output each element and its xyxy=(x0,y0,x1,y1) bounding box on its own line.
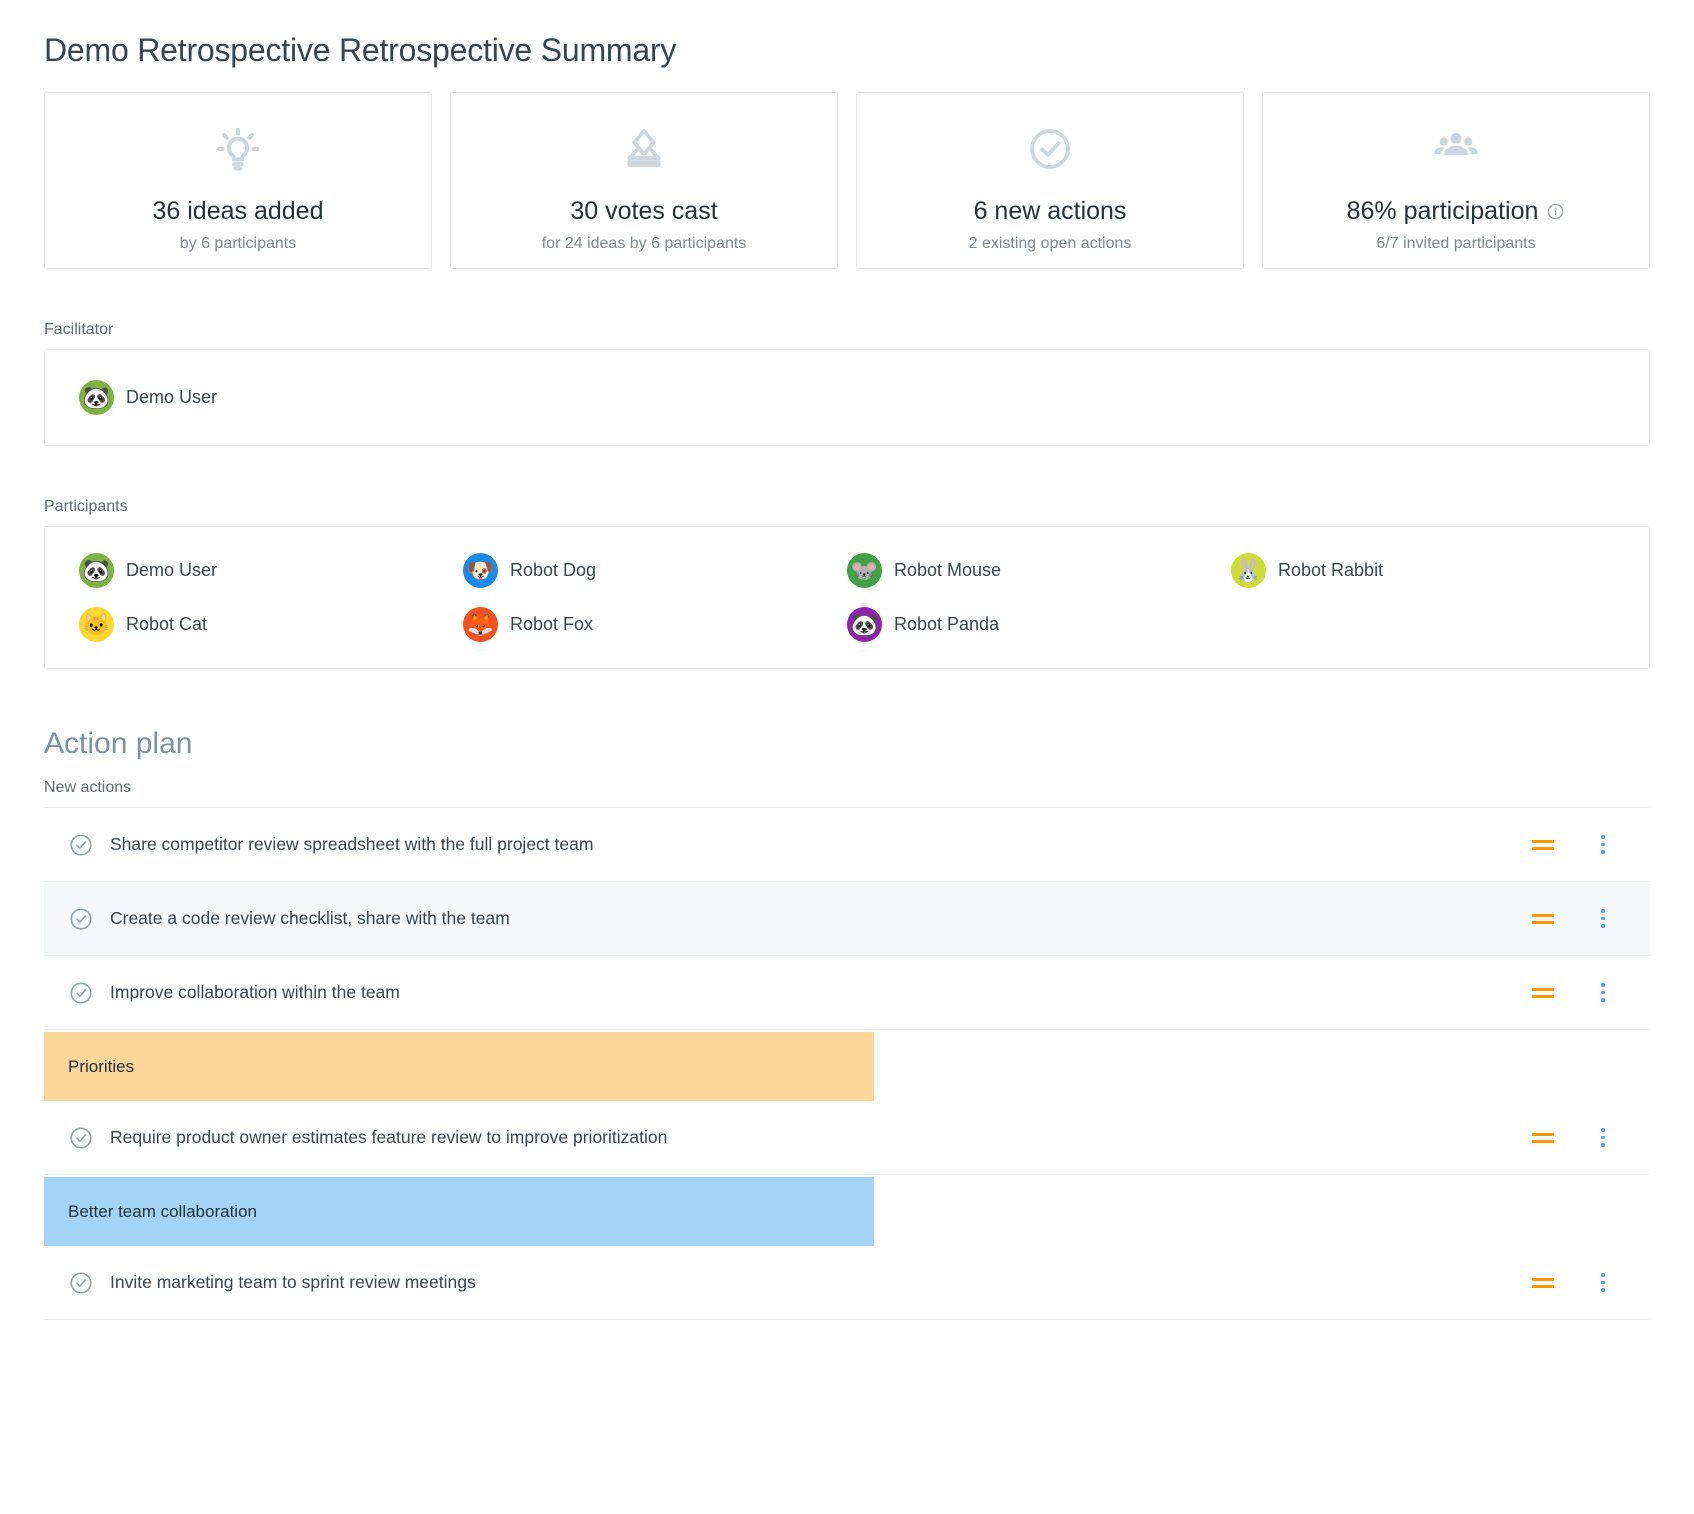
people-group-icon xyxy=(1428,121,1484,177)
summary-page: Demo Retrospective Retrospective Summary… xyxy=(0,0,1694,1514)
participant-item: 🐰 Robot Rabbit xyxy=(1231,553,1615,588)
action-text: Improve collaboration within the team xyxy=(110,982,400,1002)
info-icon[interactable] xyxy=(1546,202,1565,221)
avatar: 🐼 xyxy=(847,607,882,642)
check-circle-icon[interactable] xyxy=(68,906,94,932)
stat-main-participation: 86% participation xyxy=(1347,197,1566,226)
avatar: 🐭 xyxy=(847,553,882,588)
participants-panel: 🐼 Demo User 🐶 Robot Dog 🐭 Robot Mouse 🐰 Robot R… xyxy=(44,526,1650,669)
participant-name: Robot Mouse xyxy=(894,560,1002,580)
facilitator-name: Demo User xyxy=(126,387,218,407)
stat-main-text: 6 new actions xyxy=(973,197,1127,225)
more-options-icon[interactable] xyxy=(1594,835,1612,854)
action-row[interactable]: Invite marketing team to sprint review m… xyxy=(44,1246,1650,1320)
stat-main-text: 86% participation xyxy=(1346,197,1539,225)
participant-item: 🐶 Robot Dog xyxy=(463,553,847,588)
action-row[interactable]: Share competitor review spreadsheet with… xyxy=(44,808,1650,882)
participant-name: Robot Panda xyxy=(894,614,1000,634)
avatar: 🐶 xyxy=(463,553,498,588)
facilitator-panel: 🐼 Demo User xyxy=(44,349,1650,446)
stat-sub-actions: 2 existing open actions xyxy=(968,235,1132,252)
check-circle-icon[interactable] xyxy=(68,1125,94,1151)
participant-item: 🐱 Robot Cat xyxy=(79,607,463,642)
stat-main-ideas: 36 ideas added xyxy=(153,197,324,226)
row-actions xyxy=(1532,835,1630,854)
priority-medium-icon[interactable] xyxy=(1532,913,1554,924)
check-circle-icon[interactable] xyxy=(68,832,94,858)
participants-grid: 🐼 Demo User 🐶 Robot Dog 🐭 Robot Mouse 🐰 Robot R… xyxy=(79,553,1615,642)
new-actions-label: New actions xyxy=(44,779,132,796)
stats-row: 36 ideas added by 6 participants 30 vote… xyxy=(44,92,1650,269)
participant-name: Robot Fox xyxy=(510,614,594,634)
participant-name: Robot Dog xyxy=(510,560,597,580)
stat-card-participation: 86% participation 6/7 invited participan… xyxy=(1262,92,1650,269)
participant-name: Robot Rabbit xyxy=(1278,560,1384,580)
action-text: Require product owner estimates feature … xyxy=(110,1127,668,1147)
more-options-icon[interactable] xyxy=(1594,1128,1612,1147)
page-title: Demo Retrospective Retrospective Summary xyxy=(44,32,677,68)
facilitator-label: Facilitator xyxy=(44,321,114,338)
facilitator-person: 🐼 Demo User xyxy=(79,380,217,415)
avatar: 🐼 xyxy=(79,380,114,415)
more-options-icon[interactable] xyxy=(1594,909,1612,928)
check-circle-icon xyxy=(1022,121,1078,177)
check-circle-icon[interactable] xyxy=(68,1270,94,1296)
stat-sub-votes: for 24 ideas by 6 participants xyxy=(541,235,747,252)
avatar: 🐱 xyxy=(79,607,114,642)
participant-item: 🐼 Demo User xyxy=(79,553,463,588)
avatar: 🐼 xyxy=(79,553,114,588)
stat-sub-participation: 6/7 invited participants xyxy=(1376,235,1536,252)
stat-main-actions: 6 new actions xyxy=(974,197,1127,226)
action-row[interactable]: Require product owner estimates feature … xyxy=(44,1101,1650,1175)
avatar: 🦊 xyxy=(463,607,498,642)
action-text: Share competitor review spreadsheet with… xyxy=(110,834,594,854)
check-circle-icon[interactable] xyxy=(68,980,94,1006)
stat-main-votes: 30 votes cast xyxy=(570,197,717,226)
action-row[interactable]: Create a code review checklist, share wi… xyxy=(44,882,1650,956)
priority-medium-icon[interactable] xyxy=(1532,1132,1554,1143)
participant-name: Demo User xyxy=(126,560,218,580)
avatar: 🐰 xyxy=(1231,553,1266,588)
action-group-tag: Better team collaboration xyxy=(44,1177,874,1246)
stat-card-ideas: 36 ideas added by 6 participants xyxy=(44,92,432,269)
stat-card-votes: 30 votes cast for 24 ideas by 6 particip… xyxy=(450,92,838,269)
row-actions xyxy=(1532,909,1630,928)
action-list: Share competitor review spreadsheet with… xyxy=(44,807,1650,1320)
action-plan-title: Action plan xyxy=(44,727,193,760)
action-group-label: Priorities xyxy=(68,1056,135,1076)
stat-card-actions: 6 new actions 2 existing open actions xyxy=(856,92,1244,269)
priority-medium-icon[interactable] xyxy=(1532,987,1554,998)
action-text: Create a code review checklist, share wi… xyxy=(110,908,510,928)
action-text: Invite marketing team to sprint review m… xyxy=(110,1272,476,1292)
vote-icon xyxy=(616,121,672,177)
priority-medium-icon[interactable] xyxy=(1532,1277,1554,1288)
row-actions xyxy=(1532,983,1630,1002)
row-actions xyxy=(1532,1273,1630,1292)
participant-item: 🐼 Robot Panda xyxy=(847,607,1231,642)
stat-main-text: 30 votes cast xyxy=(570,197,718,225)
participant-item: 🦊 Robot Fox xyxy=(463,607,847,642)
participants-label: Participants xyxy=(44,498,128,515)
more-options-icon[interactable] xyxy=(1594,1273,1612,1292)
action-group-label: Better team collaboration xyxy=(68,1201,257,1221)
stat-sub-ideas: by 6 participants xyxy=(179,235,297,252)
priority-medium-icon[interactable] xyxy=(1532,839,1554,850)
participant-name: Robot Cat xyxy=(126,614,208,634)
row-actions xyxy=(1532,1128,1630,1147)
participant-item: 🐭 Robot Mouse xyxy=(847,553,1231,588)
action-group-tag: Priorities xyxy=(44,1032,874,1101)
stat-main-text: 36 ideas added xyxy=(152,197,324,225)
lightbulb-icon xyxy=(210,121,266,177)
more-options-icon[interactable] xyxy=(1594,983,1612,1002)
action-row[interactable]: Improve collaboration within the team xyxy=(44,956,1650,1030)
